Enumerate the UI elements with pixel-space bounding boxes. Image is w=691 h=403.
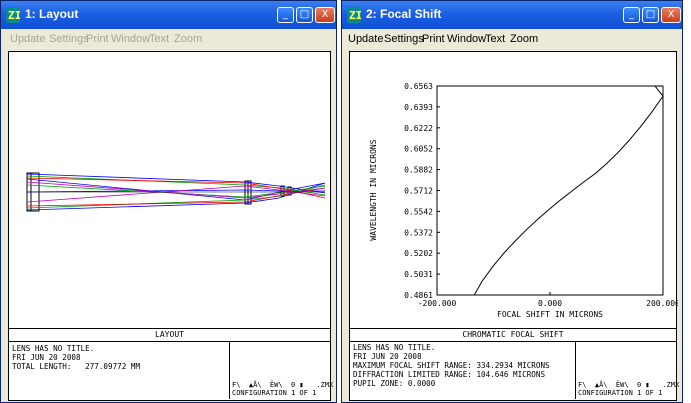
focal-shift-window-title: 2: Focal Shift bbox=[366, 7, 442, 21]
focal-shift-curve bbox=[473, 85, 664, 296]
x-tick-label: 0.000 bbox=[538, 299, 562, 308]
layout-info-panel: LAYOUT LENS HAS NO TITLE. FRI JUN 20 2008… bbox=[8, 329, 334, 401]
menu-print[interactable]: Print bbox=[422, 33, 445, 45]
y-tick-label: 0.6563 bbox=[404, 82, 433, 91]
info-line: FRI JUN 20 2008 bbox=[12, 353, 81, 362]
minimize-icon: _ bbox=[283, 9, 288, 20]
zemax-app-icon: ZI bbox=[347, 7, 361, 23]
zemax-app-icon: ZI bbox=[6, 7, 20, 23]
focal-shift-menubar: Update Settings Print Window Text Zoom bbox=[342, 29, 682, 51]
info-line: DIFFRACTION LIMITED RANGE: 104.646 MICRO… bbox=[353, 370, 546, 379]
maximize-icon: □ bbox=[645, 9, 656, 20]
info-line: TOTAL LENGTH: 277.09772 MM bbox=[12, 362, 141, 371]
y-tick-label: 0.5202 bbox=[404, 249, 433, 258]
minimize-button[interactable]: _ bbox=[623, 7, 640, 23]
config-box: F\ ▲Å\ ËW\ 0 ▮ .ZMX CONFIGURATION 1 OF 1 bbox=[229, 341, 334, 399]
close-icon: X bbox=[667, 9, 675, 20]
menu-window[interactable]: Window bbox=[447, 33, 486, 45]
menu-zoom[interactable]: Zoom bbox=[174, 33, 202, 45]
desktop-margin bbox=[683, 0, 691, 403]
minimize-button[interactable]: _ bbox=[277, 7, 294, 23]
menu-settings[interactable]: Settings bbox=[49, 33, 89, 45]
y-tick-label: 0.5712 bbox=[404, 187, 433, 196]
plot-frame bbox=[436, 85, 664, 296]
menu-text[interactable]: Text bbox=[149, 33, 169, 45]
file-name: F\ ▲Å\ ËW\ 0 ▮ .ZMX bbox=[578, 381, 680, 389]
info-line: MAXIMUM FOCAL SHIFT RANGE: 334.2934 MICR… bbox=[353, 361, 550, 370]
layout-window: ZI 1: Layout _ □ X Update Settings Print… bbox=[0, 0, 337, 403]
maximize-button[interactable]: □ bbox=[642, 7, 659, 23]
y-tick-label: 0.5882 bbox=[404, 166, 433, 175]
focal-shift-chart: 0.6563 0.6393 0.6222 0.6052 0.5882 0.5712 0.55… bbox=[369, 82, 680, 319]
y-tick-label: 0.6222 bbox=[404, 124, 433, 133]
layout-title-bar[interactable]: ZI 1: Layout _ □ X bbox=[1, 1, 336, 29]
layout-canvas bbox=[8, 51, 331, 329]
close-icon: X bbox=[321, 9, 329, 20]
file-name: F\ ▲Å\ ËW\ 0 ▮ .ZMX bbox=[232, 381, 334, 389]
x-tick-label: 200.000 bbox=[646, 299, 678, 308]
x-axis-label: FOCAL SHIFT IN MICRONS bbox=[497, 310, 603, 319]
y-tick-label: 0.5031 bbox=[404, 270, 433, 279]
info-line: FRI JUN 20 2008 bbox=[353, 352, 422, 361]
x-tick-label: -200.000 bbox=[418, 299, 457, 308]
lens-layout-drawing bbox=[26, 172, 326, 212]
menu-text[interactable]: Text bbox=[485, 33, 505, 45]
focal-shift-window: ZI 2: Focal Shift _ □ X Update Settings … bbox=[341, 0, 683, 403]
menu-update[interactable]: Update bbox=[10, 33, 45, 45]
info-line: LENS HAS NO TITLE. bbox=[353, 343, 436, 352]
close-button[interactable]: X bbox=[315, 7, 335, 23]
close-button[interactable]: X bbox=[661, 7, 681, 23]
svg-text:ZI: ZI bbox=[8, 9, 20, 22]
menu-update[interactable]: Update bbox=[348, 33, 383, 45]
minimize-icon: _ bbox=[629, 9, 634, 20]
configuration-label: CONFIGURATION 1 OF 1 bbox=[232, 389, 317, 397]
config-box: F\ ▲Å\ ËW\ 0 ▮ .ZMX CONFIGURATION 1 OF 1 bbox=[575, 341, 680, 399]
info-line: PUPIL ZONE: 0.0000 bbox=[353, 379, 436, 388]
focal-shift-canvas: 0.6563 0.6393 0.6222 0.6052 0.5882 0.5712 0.55… bbox=[349, 51, 680, 329]
info-line: LENS HAS NO TITLE. bbox=[12, 344, 95, 353]
menu-zoom[interactable]: Zoom bbox=[510, 33, 538, 45]
y-axis-label: WAVELENGTH IN MICRONS bbox=[369, 139, 378, 240]
configuration-label: CONFIGURATION 1 OF 1 bbox=[578, 389, 663, 397]
layout-menubar: Update Settings Print Window Text Zoom bbox=[1, 29, 336, 51]
layout-window-title: 1: Layout bbox=[25, 7, 79, 21]
maximize-icon: □ bbox=[299, 9, 310, 20]
svg-text:ZI: ZI bbox=[349, 9, 361, 22]
y-tick-label: 0.5542 bbox=[404, 207, 433, 216]
focal-shift-title-bar[interactable]: ZI 2: Focal Shift _ □ X bbox=[342, 1, 682, 29]
y-tick-label: 0.6052 bbox=[404, 145, 433, 154]
y-tick-label: 0.6393 bbox=[404, 103, 433, 112]
menu-settings[interactable]: Settings bbox=[384, 33, 424, 45]
y-tick-label: 0.5372 bbox=[404, 228, 433, 237]
focal-shift-info-panel: CHROMATIC FOCAL SHIFT LENS HAS NO TITLE.… bbox=[349, 329, 680, 401]
menu-print[interactable]: Print bbox=[86, 33, 109, 45]
menu-window[interactable]: Window bbox=[111, 33, 150, 45]
maximize-button[interactable]: □ bbox=[296, 7, 313, 23]
